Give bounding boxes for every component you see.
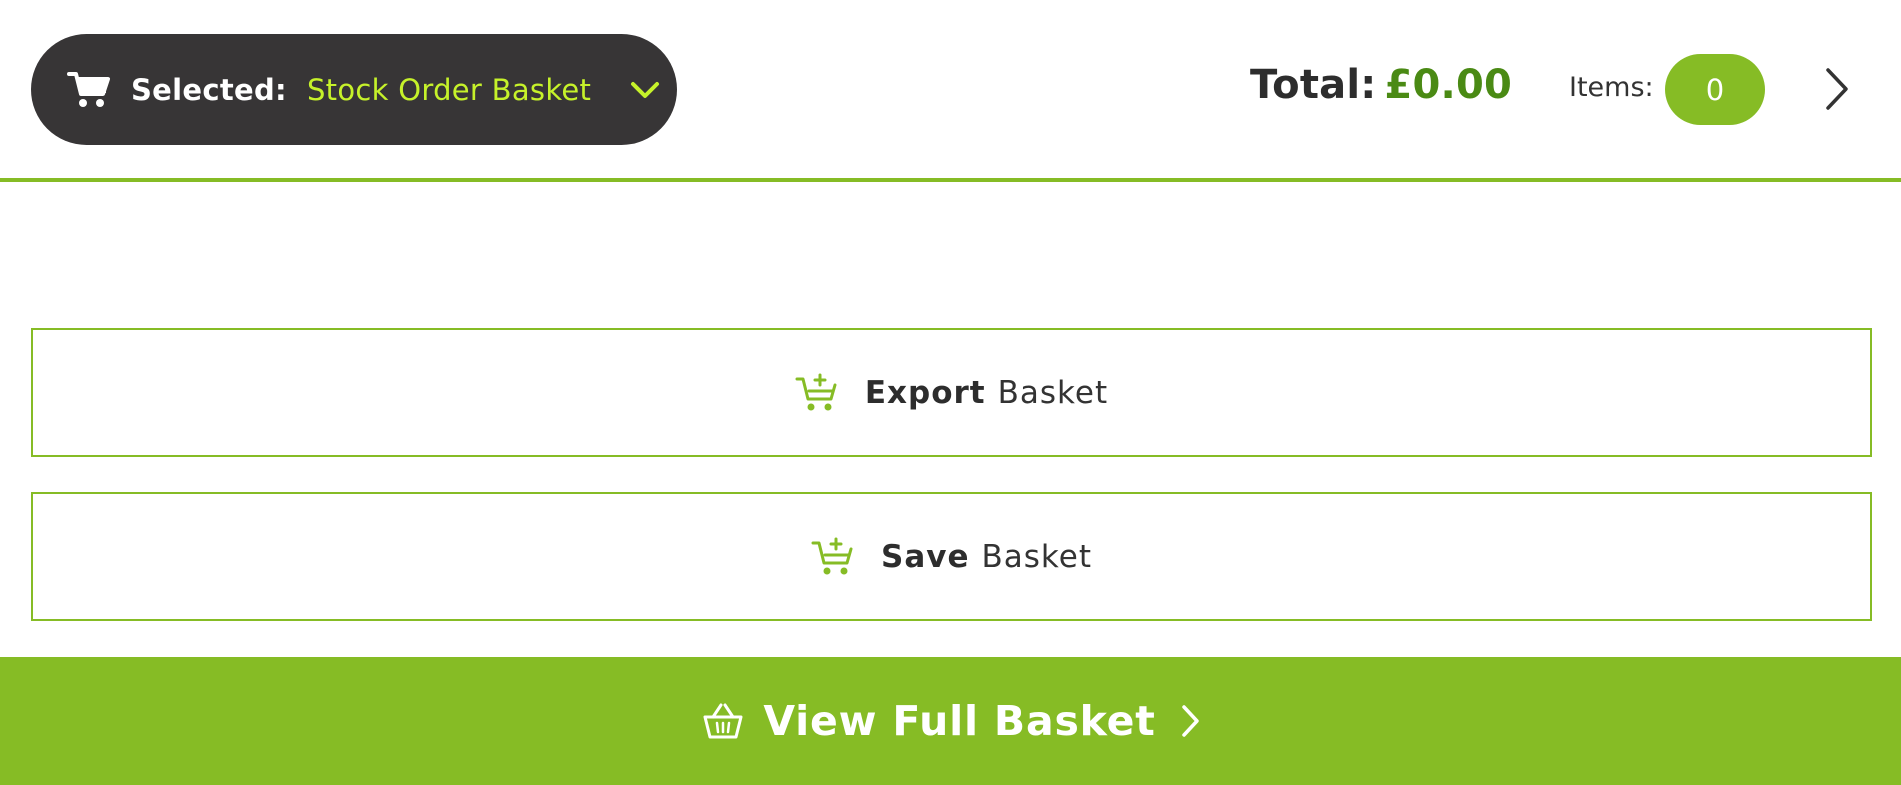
- total-label: Total:: [1250, 62, 1377, 108]
- basket-icon: [701, 701, 745, 741]
- cart-plus-icon: [811, 537, 855, 577]
- selected-basket-name: Stock Order Basket: [306, 72, 592, 107]
- chevron-down-icon: [629, 79, 661, 101]
- chevron-right-icon: [1180, 704, 1200, 738]
- export-label-light: Basket: [997, 374, 1109, 411]
- view-full-basket-button[interactable]: View Full Basket: [0, 657, 1901, 785]
- basket-total: Total: £0.00: [1250, 62, 1512, 108]
- items-label: Items:: [1569, 72, 1654, 103]
- basket-selector-dropdown[interactable]: Selected: Stock Order Basket: [31, 34, 677, 145]
- items-count-badge: 0: [1665, 54, 1765, 125]
- export-basket-button[interactable]: Export Basket: [31, 328, 1872, 457]
- total-amount: £0.00: [1384, 62, 1513, 108]
- save-basket-button[interactable]: Save Basket: [31, 492, 1872, 621]
- export-label-strong: Export: [864, 374, 986, 411]
- basket-header: Selected: Stock Order Basket Total: £0.00…: [0, 0, 1901, 182]
- chevron-right-icon[interactable]: [1822, 66, 1850, 112]
- selected-label: Selected:: [131, 72, 287, 107]
- save-label-light: Basket: [981, 538, 1092, 575]
- view-full-basket-label: View Full Basket: [763, 697, 1156, 745]
- cart-plus-icon: [795, 373, 839, 413]
- save-label-strong: Save: [881, 538, 970, 575]
- shopping-cart-icon: [67, 70, 111, 110]
